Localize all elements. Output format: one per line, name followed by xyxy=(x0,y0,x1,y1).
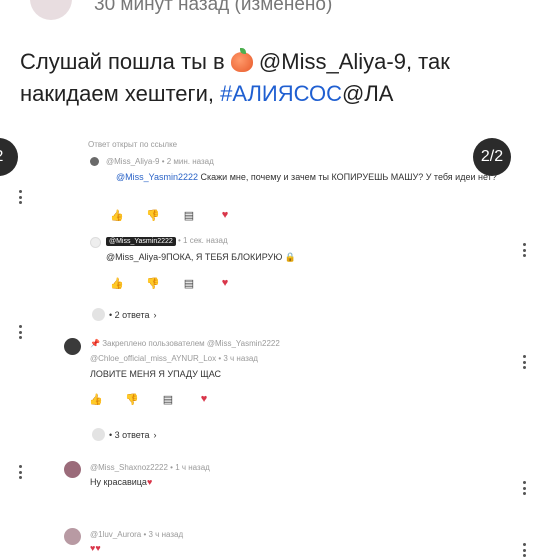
hashtag-link[interactable]: #АЛИЯСОС xyxy=(220,81,342,106)
post-text-segment: Слушай пошла ты в xyxy=(20,49,231,74)
post-timestamp: 30 минут назад (изменено) xyxy=(94,0,333,15)
heart-emoji-icon: ♥ xyxy=(146,477,153,487)
pager-prev-label: 2 xyxy=(0,148,3,166)
heart-icon[interactable]: ♥ xyxy=(219,209,231,221)
attached-screenshot[interactable]: 2 2/2 Ответ открыт по ссылке @Miss_Aliya… xyxy=(0,125,528,560)
reply-avatar xyxy=(92,428,105,441)
thumbs-down-icon[interactable]: 👎 xyxy=(125,393,139,406)
reply-icon[interactable]: ▤ xyxy=(162,393,174,406)
more-menu-icon[interactable] xyxy=(19,465,23,479)
heart-icon[interactable]: ♥ xyxy=(198,393,210,405)
author-avatar[interactable] xyxy=(30,0,72,20)
comment-actions: 👍 👎 ▤ ♥ xyxy=(110,209,231,222)
thread-header: Ответ открыт по ссылке xyxy=(88,140,178,149)
avatar[interactable] xyxy=(90,157,99,166)
thumbs-up-icon[interactable]: 👍 xyxy=(89,393,103,406)
comment-meta: @Miss_Aliya-9 • 2 мин. назад xyxy=(106,157,214,166)
more-menu-icon[interactable] xyxy=(523,355,527,369)
comment-time: • 1 сек. назад xyxy=(175,236,228,245)
comment-meta: @Miss_Yasmin2222 • 1 сек. назад xyxy=(106,236,228,246)
comment-text: ♥♥ xyxy=(90,543,101,553)
comment-meta: @Chloe_official_miss_AYNUR_Lox • 3 ч наз… xyxy=(90,354,258,363)
comment-body: Скажи мне, почему и зачем ты КОПИРУЕШЬ М… xyxy=(198,172,497,182)
thumbs-down-icon[interactable]: 👎 xyxy=(146,209,160,222)
reply-icon[interactable]: ▤ xyxy=(183,277,195,290)
chevron-right-icon: › xyxy=(153,429,157,440)
comment-text: Ну красавица♥ xyxy=(90,477,152,487)
thumbs-down-icon[interactable]: 👎 xyxy=(146,277,160,290)
comment-actions: 👍 👎 ▤ ♥ xyxy=(110,277,231,290)
comment-text: @Miss_Yasmin2222 Скажи мне, почему и зач… xyxy=(116,171,516,184)
comment-meta: @1luv_Aurora • 3 ч назад xyxy=(90,530,184,539)
heart-icon[interactable]: ♥ xyxy=(219,277,231,289)
more-menu-icon[interactable] xyxy=(523,243,527,257)
avatar[interactable] xyxy=(64,461,81,478)
reply-icon[interactable]: ▤ xyxy=(183,209,195,222)
pinned-text: Закреплено пользователем @Miss_Yasmin222… xyxy=(102,339,280,348)
mention-link[interactable]: @Miss_Yasmin2222 xyxy=(116,172,198,182)
peach-emoji-icon xyxy=(230,48,253,72)
comment-text: @Miss_Aliya-9ПОКА, Я ТЕБЯ БЛОКИРУЮ 🔒 xyxy=(106,252,297,262)
pinned-label: 📌 Закреплено пользователем @Miss_Yasmin2… xyxy=(90,339,280,348)
more-menu-icon[interactable] xyxy=(523,481,527,495)
post-text: Слушай пошла ты в @Miss_Aliya-9, так нак… xyxy=(20,46,540,110)
thumbs-up-icon[interactable]: 👍 xyxy=(110,209,124,222)
pager-indicator-label: 2/2 xyxy=(480,148,504,165)
replies-toggle[interactable]: • 2 ответа › xyxy=(92,308,157,321)
author-badge[interactable]: @Miss_Yasmin2222 xyxy=(106,237,176,246)
replies-count: • 2 ответа xyxy=(109,309,150,320)
replies-count: • 3 ответа xyxy=(109,429,150,440)
pin-icon: 📌 xyxy=(90,339,103,348)
pager-prev-button[interactable]: 2 xyxy=(0,138,18,176)
avatar[interactable] xyxy=(64,528,81,545)
chevron-right-icon: › xyxy=(153,309,157,320)
comment-meta: @Miss_Shaxnoz2222 • 1 ч назад xyxy=(90,463,210,472)
avatar[interactable] xyxy=(90,237,101,248)
avatar[interactable] xyxy=(64,338,81,355)
comment-text: ЛОВИТЕ МЕНЯ Я УПАДУ ЩАС xyxy=(90,369,222,379)
more-menu-icon[interactable] xyxy=(19,190,23,204)
reply-avatar xyxy=(92,308,105,321)
replies-toggle[interactable]: • 3 ответа › xyxy=(92,428,157,441)
comment-actions: 👍 👎 ▤ ♥ xyxy=(89,393,210,406)
thumbs-up-icon[interactable]: 👍 xyxy=(110,277,124,290)
comment-body: Ну красавица xyxy=(90,477,147,487)
more-menu-icon[interactable] xyxy=(523,543,527,557)
more-menu-icon[interactable] xyxy=(19,325,23,339)
post-text-segment: @ЛА xyxy=(342,81,394,106)
